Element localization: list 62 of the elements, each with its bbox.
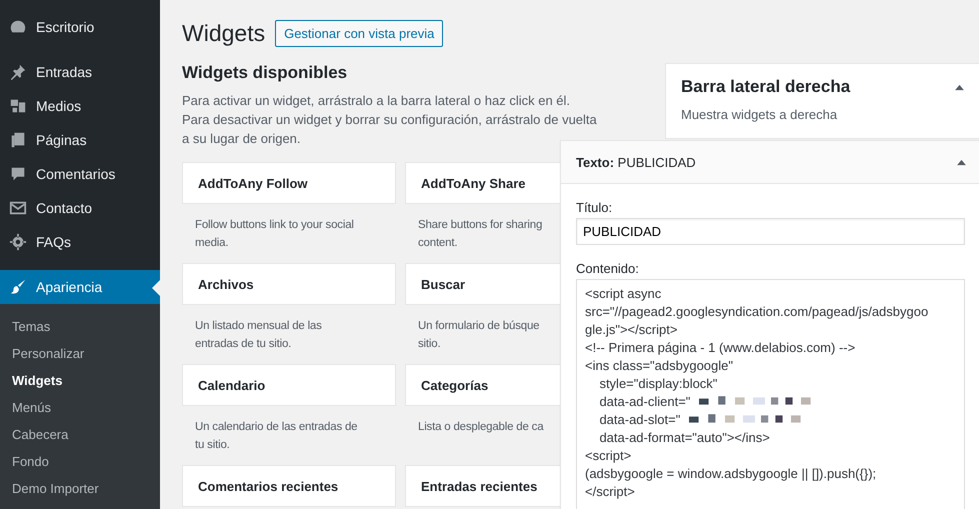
widget-card[interactable]: Calendario — [182, 364, 396, 406]
widget-description: Un listado mensual de las entradas de tu sitio. — [194, 319, 323, 352]
code-line: <!-- Primera página - 1 (www.delabios.com) --> — [585, 340, 856, 354]
field-label: Título: — [576, 200, 614, 215]
menu-item[interactable]: FAQs — [0, 225, 160, 259]
code-line: <script async — [585, 286, 662, 300]
menu-item[interactable]: Entradas — [0, 55, 160, 89]
brush-icon — [9, 278, 27, 296]
widget-description: Un calendario de las entradas de tu sitio. — [194, 420, 358, 453]
sidebar-area-title[interactable]: Barra lateral derecha — [681, 77, 850, 97]
code-line: <script> — [585, 448, 632, 462]
submenu-item[interactable]: Fondo — [0, 448, 160, 475]
widget-description: Follow buttons link to your social media. — [194, 218, 355, 251]
widget-panel-title: Texto: PUBLICIDAD — [576, 154, 696, 170]
widget-card[interactable]: Entradas recientes — [405, 465, 560, 507]
code-line: data-ad-slot=" — [598, 412, 680, 426]
code-line: data-ad-client=" — [598, 394, 690, 408]
gear-icon — [9, 233, 27, 251]
submenu-item[interactable]: Personalizar — [0, 340, 160, 367]
menu-item[interactable]: Medios — [0, 89, 160, 123]
page-title: Widgets — [182, 20, 266, 46]
code-line: data-ad-format="auto"></ins> — [598, 430, 770, 444]
widget-card[interactable]: Archivos — [182, 263, 396, 305]
collapse-icon[interactable] — [957, 158, 966, 166]
pin-icon — [9, 63, 27, 81]
widget-description: Un formulario de búsque sitio. — [417, 319, 540, 352]
section-title: Widgets disponibles — [182, 63, 348, 83]
widget-description: Share buttons for sharing content. — [417, 218, 544, 251]
content-textarea[interactable] — [576, 279, 965, 509]
menu-item[interactable]: Comentarios — [0, 157, 160, 191]
widget-card[interactable]: Comentarios recientes — [182, 465, 396, 507]
title-field[interactable]: PUBLICIDAD — [576, 218, 965, 245]
submenu-item[interactable]: Menús — [0, 394, 160, 421]
menu-pointer — [152, 280, 160, 296]
widget-card[interactable]: AddToAny Follow — [182, 162, 396, 204]
sidebar-area-description: Muestra widgets a derecha — [681, 107, 838, 122]
media-icon — [9, 97, 27, 115]
code-line: src="//pagead2.googlesyndication.com/pagead/js/adsbygoo — [585, 304, 928, 318]
collapse-icon[interactable] — [955, 84, 964, 90]
submenu-item[interactable]: Widgets — [0, 367, 160, 394]
menu-item[interactable]: Escritorio — [0, 10, 160, 44]
widget-description: Lista o desplegable de ca — [417, 420, 545, 435]
pages-icon — [9, 131, 27, 149]
field-label: Contenido: — [576, 261, 640, 276]
submenu-item[interactable]: Cabecera — [0, 421, 160, 448]
menu-item[interactable]: Apariencia — [0, 270, 160, 304]
code-line: <ins class="adsbygoogle" — [585, 358, 733, 372]
menu-item[interactable]: Páginas — [0, 123, 160, 157]
comment-icon — [9, 165, 27, 183]
widget-card[interactable]: Buscar — [405, 263, 560, 305]
code-line: style="display:block" — [598, 376, 718, 390]
submenu-item[interactable]: Temas — [0, 313, 160, 340]
code-line: gle.js"></script> — [585, 322, 678, 336]
widget-card[interactable]: AddToAny Share — [405, 162, 560, 204]
submenu-item[interactable]: Demo Importer — [0, 475, 160, 502]
code-line: (adsbygoogle = window.adsbygoogle || []).push({}); — [585, 466, 876, 480]
mail-icon — [9, 199, 27, 217]
code-line: </script> — [585, 484, 635, 498]
menu-item[interactable]: Contacto — [0, 191, 160, 225]
widget-card[interactable]: Categorías — [405, 364, 560, 406]
widget-panel-header[interactable]: Texto: PUBLICIDAD — [561, 141, 979, 184]
manage-preview-button[interactable]: Gestionar con vista previa — [275, 20, 444, 46]
